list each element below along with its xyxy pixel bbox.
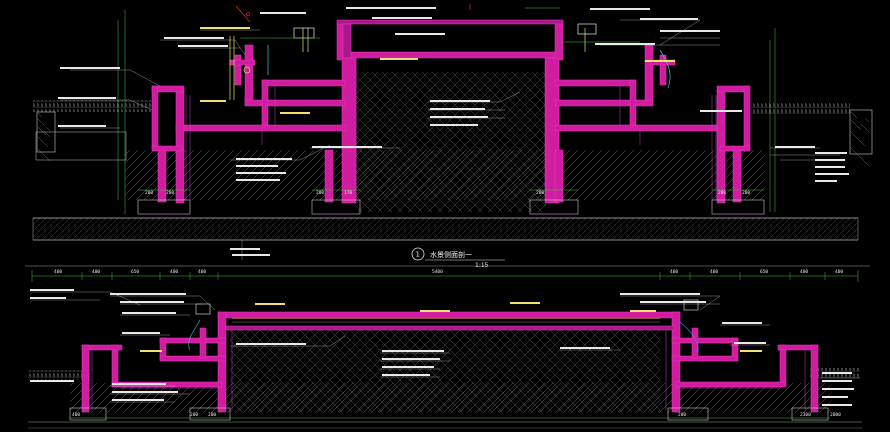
section-scale: 1:15 bbox=[475, 262, 489, 269]
svg-text:400: 400 bbox=[710, 269, 718, 275]
svg-text:200: 200 bbox=[190, 412, 198, 418]
svg-text:650: 650 bbox=[131, 269, 139, 275]
svg-text:400: 400 bbox=[54, 269, 62, 275]
svg-text:400: 400 bbox=[170, 269, 178, 275]
water-body-hatch-2 bbox=[230, 328, 660, 412]
svg-text:200: 200 bbox=[742, 190, 750, 196]
section-2: 400 400 650 400 400 5400 400 400 650 400… bbox=[25, 265, 870, 429]
section-number: 1 bbox=[416, 251, 420, 259]
svg-text:200: 200 bbox=[316, 190, 324, 196]
section-1: 200 200 200 170 200 200 200 1 水景侧面剖一 1:1… bbox=[32, 4, 873, 269]
svg-text:200: 200 bbox=[536, 190, 544, 196]
svg-text:200: 200 bbox=[718, 190, 726, 196]
svg-text:170: 170 bbox=[344, 190, 352, 196]
svg-text:2300: 2300 bbox=[800, 412, 811, 418]
grass-left-2 bbox=[28, 370, 90, 380]
svg-text:400: 400 bbox=[198, 269, 206, 275]
svg-text:400: 400 bbox=[800, 269, 808, 275]
grass-left-1 bbox=[33, 100, 151, 112]
top-dims-2-text: 400 400 650 400 400 5400 400 400 650 400… bbox=[54, 269, 843, 275]
section-title: 水景侧面剖一 bbox=[430, 250, 472, 259]
retaining-wall-right bbox=[849, 109, 873, 155]
ground-strip-1 bbox=[32, 217, 859, 241]
svg-text:400: 400 bbox=[72, 412, 80, 418]
svg-text:200: 200 bbox=[145, 190, 153, 196]
svg-text:400: 400 bbox=[670, 269, 678, 275]
svg-text:5400: 5400 bbox=[432, 269, 443, 275]
top-dims-2 bbox=[25, 265, 870, 282]
svg-text:400: 400 bbox=[92, 269, 100, 275]
svg-text:650: 650 bbox=[760, 269, 768, 275]
svg-text:400: 400 bbox=[835, 269, 843, 275]
svg-text:2000: 2000 bbox=[830, 412, 841, 418]
grass-right-1 bbox=[752, 103, 850, 115]
svg-text:200: 200 bbox=[166, 190, 174, 196]
svg-text:200: 200 bbox=[678, 412, 686, 418]
water-body-hatch-1 bbox=[356, 72, 546, 212]
svg-text:200: 200 bbox=[208, 412, 216, 418]
cad-drawing: 200 200 200 170 200 200 200 1 水景侧面剖一 1:1… bbox=[25, 4, 873, 429]
detail-box-left bbox=[35, 131, 127, 161]
